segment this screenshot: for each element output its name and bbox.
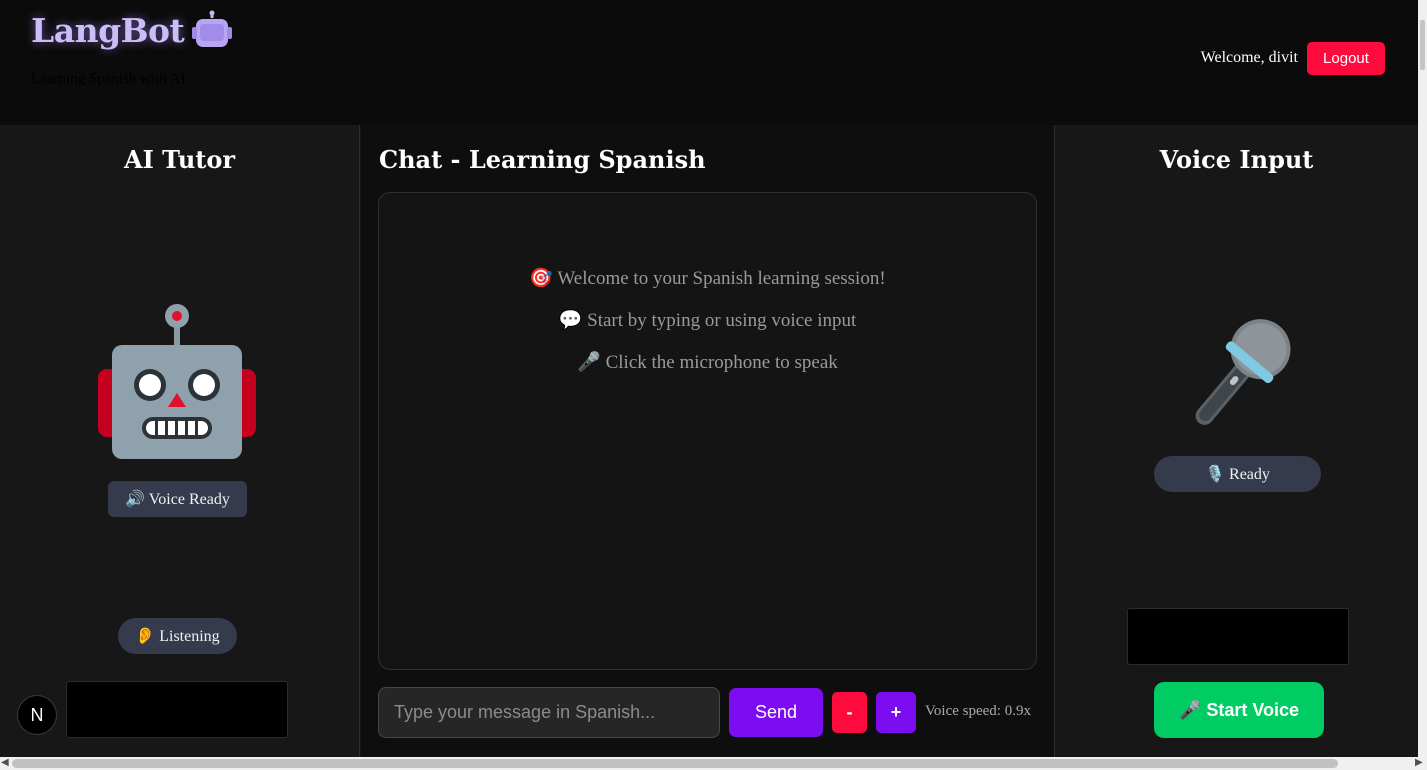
voice-input-title: Voice Input	[1159, 145, 1314, 174]
vertical-scroll-thumb[interactable]	[1420, 20, 1425, 70]
welcome-text: Welcome, divit	[1200, 49, 1298, 66]
voice-speed-label: Voice speed: 0.9x	[925, 703, 1031, 719]
increase-speed-button[interactable]: +	[876, 692, 916, 733]
decrease-speed-button[interactable]: -	[832, 692, 867, 733]
hint-message: 💬 Start by typing or using voice input	[558, 310, 857, 331]
microphone-icon	[1195, 319, 1291, 425]
voice-ready-status: 🎙️ Ready	[1154, 456, 1321, 492]
brand-subtitle: Learning Spanish with AI	[31, 71, 186, 87]
ai-tutor-panel: AI Tutor 🔊 Voice Ready 👂 Listening N	[0, 125, 360, 757]
robot-icon	[98, 304, 256, 459]
ai-tutor-title: AI Tutor	[123, 145, 236, 174]
scroll-left-arrow-icon[interactable]: ◀	[1, 757, 9, 768]
chat-panel: Chat - Learning Spanish 🎯 Welcome to you…	[361, 125, 1054, 757]
brand-title: LangBot	[31, 10, 185, 50]
welcome-message: 🎯 Welcome to your Spanish learning sessi…	[529, 268, 886, 289]
top-header: LangBot Learning Spanish with AI Welcome…	[0, 0, 1418, 125]
audio-visualizer-box	[66, 681, 288, 738]
robot-icon	[192, 10, 233, 47]
message-input[interactable]	[378, 687, 720, 738]
brand: LangBot	[31, 10, 233, 50]
send-button[interactable]: Send	[729, 688, 823, 737]
mic-hint-message: 🎤 Click the microphone to speak	[577, 352, 838, 373]
transcript-box	[1127, 608, 1349, 665]
logout-button[interactable]: Logout	[1307, 42, 1385, 75]
app-window: LangBot Learning Spanish with AI Welcome…	[0, 0, 1427, 770]
chat-messages-area[interactable]: 🎯 Welcome to your Spanish learning sessi…	[378, 192, 1037, 670]
horizontal-scroll-thumb[interactable]	[12, 759, 1338, 768]
chat-title: Chat - Learning Spanish	[379, 145, 706, 174]
voice-ready-badge: 🔊 Voice Ready	[108, 481, 247, 517]
start-voice-button[interactable]: 🎤 Start Voice	[1154, 682, 1324, 738]
listening-badge: 👂 Listening	[118, 618, 237, 654]
dev-indicator-badge[interactable]: N	[17, 695, 57, 735]
scroll-right-arrow-icon[interactable]: ▶	[1415, 757, 1423, 768]
voice-input-panel: Voice Input 🎙️ Ready 🎤 Start Voice	[1054, 125, 1418, 757]
vertical-scrollbar[interactable]	[1418, 0, 1427, 757]
